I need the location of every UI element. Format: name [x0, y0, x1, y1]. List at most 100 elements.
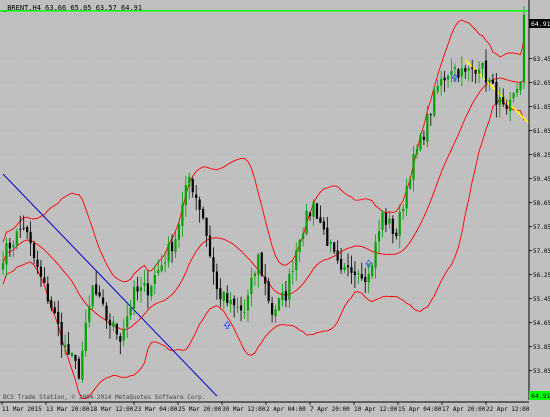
candle-body	[29, 231, 32, 244]
candle-body	[381, 212, 384, 230]
candle-body	[84, 323, 87, 351]
candle-body	[391, 218, 394, 234]
price-axis-ticks: 63.45 62.65 61.85 61.05 60.25 59.45 58.65 57.85…	[529, 56, 550, 399]
candle-body	[353, 271, 356, 276]
candle-body	[484, 60, 488, 83]
candle-body	[277, 298, 281, 311]
candle-body	[264, 276, 267, 284]
price-chart[interactable]: 63.45 62.65 61.85 61.05 60.25 59.45 58.65 57.85…	[0, 0, 550, 413]
candle	[419, 133, 422, 152]
candle-body	[126, 316, 129, 328]
candle-body	[364, 276, 367, 282]
candle-body	[188, 176, 191, 187]
candle-body	[198, 199, 201, 210]
candle-body	[229, 300, 232, 305]
candle-body	[57, 311, 60, 324]
candle-body	[67, 343, 70, 355]
price-tick-label: 57.05	[533, 248, 550, 255]
time-tick-label: 25 Mar 20:00	[178, 406, 222, 413]
candle-body	[422, 136, 425, 140]
price-tick-label: 55.45	[533, 296, 550, 303]
candle-body	[108, 319, 112, 326]
candle-body	[60, 321, 63, 345]
price-tick-label: 61.85	[533, 104, 550, 111]
candle-body	[522, 14, 526, 83]
time-tick-label: 30 Mar 12:00	[222, 406, 266, 413]
candle-body	[64, 344, 67, 347]
candle-body	[98, 292, 101, 297]
candle	[433, 86, 436, 118]
candle-body	[395, 232, 398, 237]
candle	[267, 277, 270, 304]
candle-body	[281, 292, 284, 300]
candle-body	[43, 277, 46, 283]
candle-body	[436, 85, 439, 92]
candle-body	[22, 227, 25, 229]
candle-body	[195, 194, 198, 199]
candle-body	[288, 273, 291, 300]
candle	[277, 297, 281, 312]
candle-body	[308, 212, 312, 217]
candle-body	[257, 254, 260, 275]
candle-body	[512, 93, 515, 99]
price-tick-label: 53.85	[533, 344, 550, 351]
candle-body	[91, 285, 94, 307]
candle-body	[440, 78, 443, 86]
chart-window[interactable]: 63.45 62.65 61.85 61.05 60.25 59.45 58.65 57.85…	[0, 0, 550, 413]
candle-body	[101, 297, 105, 304]
time-tick-label: 2 Apr 04:00	[266, 406, 306, 413]
candle-body	[388, 218, 391, 224]
candle-body	[336, 250, 339, 261]
candle-body	[170, 242, 174, 252]
candle-body	[409, 179, 412, 189]
candle-body	[319, 217, 322, 223]
candle-body	[46, 283, 49, 302]
price-tick-label: 62.65	[533, 80, 550, 87]
candle-body	[505, 105, 508, 109]
candle-body	[39, 266, 43, 277]
candle-body	[150, 285, 153, 296]
candle-body	[19, 229, 22, 230]
time-tick-label: 7 Apr 20:00	[310, 406, 350, 413]
price-tick-label: 63.45	[533, 56, 550, 63]
candle-body	[464, 68, 467, 72]
candle-body	[412, 154, 415, 180]
candle-body	[81, 350, 84, 380]
candle-body	[443, 77, 446, 81]
candle-body	[191, 178, 194, 193]
candle-body	[112, 321, 115, 328]
candle-body	[153, 274, 156, 285]
candle	[77, 356, 80, 381]
candle-body	[219, 288, 222, 300]
candle-body	[88, 305, 91, 323]
candle-body	[371, 265, 374, 277]
candle-body	[8, 242, 11, 249]
candle-body	[226, 293, 229, 303]
time-tick-label: 11 Mar 2015	[2, 406, 42, 413]
candle-body	[143, 283, 146, 286]
candle-body	[105, 305, 108, 321]
candle	[522, 6, 526, 90]
price-tick-label: 56.25	[533, 272, 550, 279]
current-price-label: 64.91	[531, 20, 550, 28]
candle-body	[340, 258, 343, 270]
candle-body	[77, 358, 80, 379]
candle-body	[415, 149, 419, 154]
candle-body	[509, 99, 512, 111]
candle-body	[402, 208, 405, 212]
symbol-header: _BRENT,H4 63.66 65.05 63.57 64.91	[3, 4, 142, 12]
candle-body	[50, 300, 53, 309]
candle-body	[474, 69, 477, 74]
candle-body	[164, 262, 167, 264]
candle-body	[302, 233, 305, 240]
candle-body	[360, 274, 363, 279]
time-tick-label: 18 Mar 12:00	[90, 406, 134, 413]
candle-body	[119, 336, 122, 342]
candle-body	[267, 281, 270, 301]
candle-body	[433, 90, 436, 116]
candle-body	[374, 242, 377, 268]
last-price-label: 64.91	[531, 392, 550, 400]
candle-body	[333, 242, 336, 252]
price-tick-label: 57.85	[533, 224, 550, 231]
candle-body	[1, 263, 5, 270]
